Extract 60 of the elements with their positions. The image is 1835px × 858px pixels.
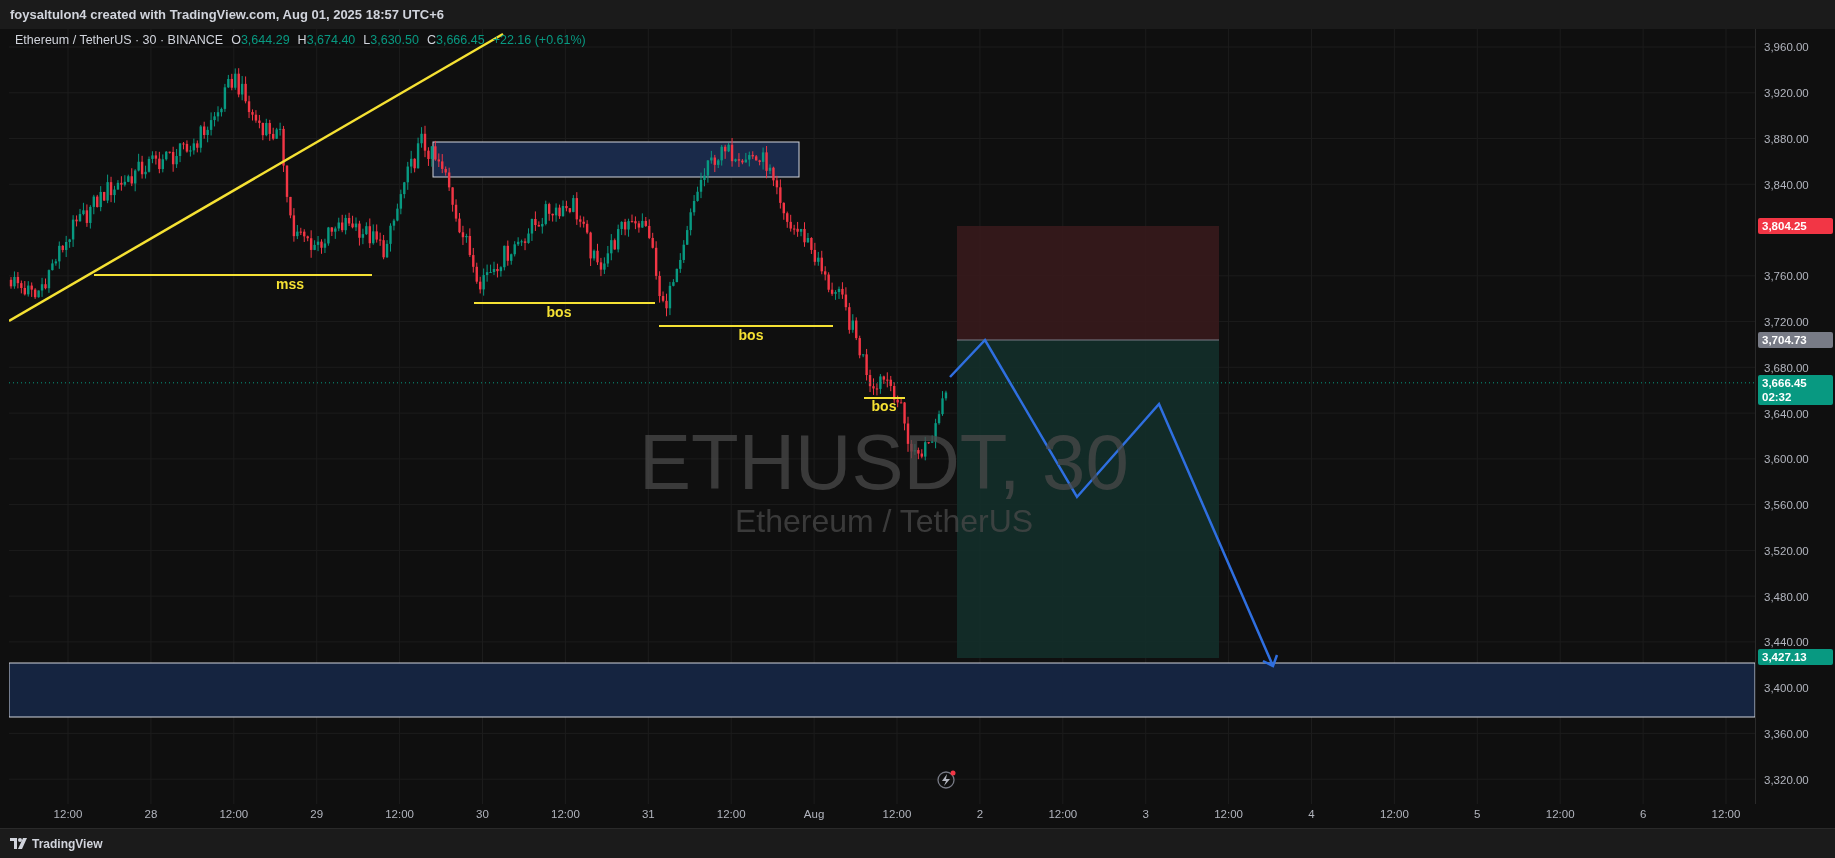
time-tick: 3 <box>1142 808 1149 821</box>
price-tick: 3,600.00 <box>1764 453 1809 466</box>
price-tick: 3,360.00 <box>1764 727 1809 740</box>
price-marker: 3,666.45 02:32 <box>1758 375 1833 406</box>
level-label: bos <box>738 327 764 344</box>
ohlc-key: C <box>426 33 436 48</box>
time-tick: Aug <box>803 808 825 821</box>
price-change: +22.16 (+0.61%) <box>492 33 586 48</box>
price-marker: 3,427.13 <box>1758 649 1833 666</box>
price-tick: 3,520.00 <box>1764 544 1809 557</box>
time-tick: 6 <box>1639 808 1647 821</box>
ohlc-value: 3,666.45 <box>435 33 485 48</box>
price-tick: 3,720.00 <box>1764 316 1809 329</box>
price-marker: 3,704.73 <box>1758 331 1833 348</box>
ohlc-value: 3,630.50 <box>370 33 419 48</box>
time-tick: 12:00 <box>1214 808 1243 821</box>
price-tick: 3,760.00 <box>1764 270 1809 283</box>
price-tick: 3,680.00 <box>1764 361 1809 374</box>
time-tick: 5 <box>1474 808 1481 821</box>
time-tick: 12:00 <box>385 808 414 821</box>
price-tick: 3,440.00 <box>1764 636 1809 649</box>
ohlc-value: 3,644.29 <box>240 33 290 48</box>
ohlc-value: 3,674.40 <box>306 33 356 48</box>
price-tick: 3,880.00 <box>1764 133 1809 145</box>
time-tick: 12:00 <box>1711 808 1741 821</box>
time-tick: 29 <box>310 808 324 821</box>
time-tick: 12:00 <box>53 808 83 821</box>
time-tick: 31 <box>641 808 655 821</box>
price-tick: 3,400.00 <box>1764 682 1809 695</box>
time-tick: 28 <box>144 808 158 821</box>
ohlc-key: H <box>297 33 307 48</box>
price-marker: 3,804.25 <box>1758 217 1833 234</box>
time-tick: 12:00 <box>716 808 746 821</box>
brand-name: TradingView <box>32 836 103 851</box>
price-tick: 3,320.00 <box>1764 773 1809 786</box>
price-tick: 3,480.00 <box>1764 590 1809 603</box>
price-tick: 3,840.00 <box>1764 178 1809 191</box>
price-tick: 3,960.00 <box>1764 41 1809 54</box>
ohlc-key: L <box>363 33 371 48</box>
lightning-icon[interactable] <box>937 771 956 790</box>
time-tick: 12:00 <box>882 808 912 821</box>
price-tick: 3,560.00 <box>1764 499 1809 512</box>
level-label: bos <box>871 398 897 415</box>
time-tick: 4 <box>1308 808 1315 821</box>
time-tick: 12:00 <box>219 808 249 821</box>
ohlc-key: O <box>231 33 241 48</box>
chart-author-caption: foysaltulon4 created with TradingView.com, Aug 01, 2025 18:57 UTC+6 <box>10 7 445 23</box>
brand-logo-icon <box>10 838 28 850</box>
level-label: bos <box>546 304 572 321</box>
time-tick: 12:00 <box>551 808 580 821</box>
time-tick: 30 <box>476 808 489 821</box>
time-tick: 12:00 <box>1048 808 1078 821</box>
price-tick: 3,640.00 <box>1764 407 1809 420</box>
level-line <box>863 397 906 400</box>
price-tick: 3,920.00 <box>1764 87 1809 100</box>
time-tick: 2 <box>976 808 984 821</box>
level-label: mss <box>276 276 304 293</box>
symbol-title: Ethereum / TetherUS · 30 · BINANCE <box>15 33 224 48</box>
time-tick: 12:00 <box>1545 808 1575 821</box>
time-tick: 12:00 <box>1380 808 1409 821</box>
